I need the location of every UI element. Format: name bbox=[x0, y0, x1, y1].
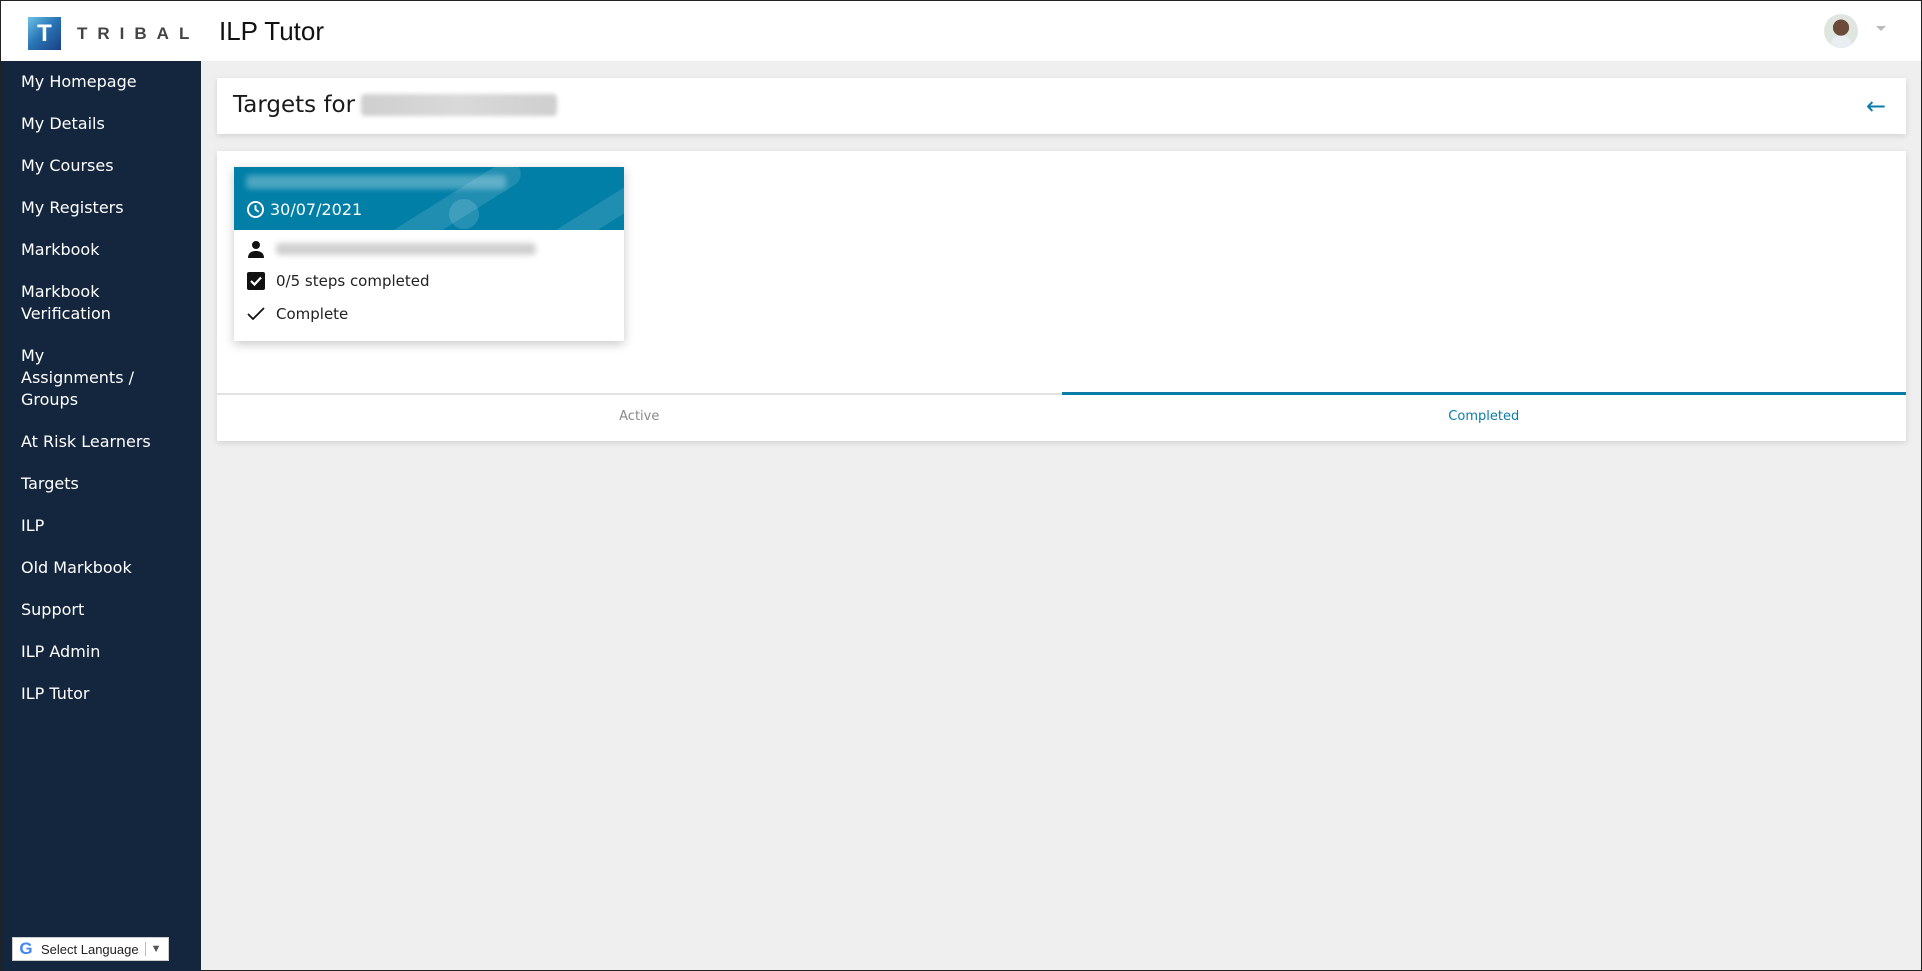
caret-down-icon: ▼ bbox=[150, 943, 162, 955]
sidebar: My Homepage My Details My Courses My Reg… bbox=[1, 61, 201, 971]
page-title-prefix: Targets for bbox=[233, 92, 356, 118]
sidebar-item-old-markbook[interactable]: Old Markbook bbox=[1, 557, 201, 579]
page-title: Targets for bbox=[233, 92, 558, 118]
sidebar-item-my-assignments-groups[interactable]: My Assignments / Groups bbox=[1, 345, 161, 411]
sidebar-item-ilp-admin[interactable]: ILP Admin bbox=[1, 641, 201, 663]
decoration bbox=[449, 199, 479, 229]
google-icon: G bbox=[19, 939, 33, 958]
target-tabs: Active Completed bbox=[217, 392, 1907, 441]
chevron-down-icon[interactable] bbox=[1876, 26, 1886, 31]
sidebar-item-targets[interactable]: Targets bbox=[1, 473, 201, 495]
target-assignee-row bbox=[246, 239, 536, 259]
target-steps-text: 0/5 steps completed bbox=[276, 272, 430, 290]
top-bar: T TRIBAL ILP Tutor bbox=[1, 1, 1921, 61]
tab-completed[interactable]: Completed bbox=[1061, 392, 1907, 441]
sidebar-item-my-courses[interactable]: My Courses bbox=[1, 155, 201, 177]
divider bbox=[144, 942, 146, 956]
decoration bbox=[521, 167, 624, 230]
user-avatar[interactable] bbox=[1824, 14, 1858, 48]
target-steps-row: 0/5 steps completed bbox=[246, 271, 430, 291]
sidebar-item-my-homepage[interactable]: My Homepage bbox=[1, 71, 201, 93]
sidebar-item-markbook[interactable]: Markbook bbox=[1, 239, 201, 261]
target-card[interactable]: 30/07/2021 0/5 steps completed Complete bbox=[234, 167, 624, 341]
learner-name-redacted bbox=[361, 94, 558, 116]
tribal-logo[interactable]: T TRIBAL bbox=[28, 17, 199, 50]
target-status-row: Complete bbox=[246, 304, 348, 324]
language-selector-label: Select Language bbox=[41, 941, 139, 957]
sidebar-item-support[interactable]: Support bbox=[1, 599, 201, 621]
page-header-card: Targets for ← bbox=[217, 78, 1906, 134]
target-due-date: 30/07/2021 bbox=[246, 200, 362, 219]
sidebar-item-markbook-verification[interactable]: Markbook Verification bbox=[1, 281, 201, 325]
sidebar-item-ilp-tutor[interactable]: ILP Tutor bbox=[1, 683, 201, 705]
tribal-logo-mark: T bbox=[28, 17, 61, 50]
clock-icon bbox=[247, 201, 264, 218]
target-card-header: 30/07/2021 bbox=[234, 167, 624, 230]
targets-panel: 30/07/2021 0/5 steps completed Complete … bbox=[217, 151, 1906, 441]
sidebar-item-ilp[interactable]: ILP bbox=[1, 515, 201, 537]
tribal-logo-text: TRIBAL bbox=[77, 23, 200, 43]
sidebar-item-my-details[interactable]: My Details bbox=[1, 113, 201, 135]
check-icon bbox=[246, 304, 266, 324]
sidebar-item-at-risk-learners[interactable]: At Risk Learners bbox=[1, 431, 201, 453]
language-selector[interactable]: G Select Language ▼ bbox=[12, 937, 169, 961]
target-status-text: Complete bbox=[276, 305, 349, 323]
back-arrow-icon[interactable]: ← bbox=[1862, 92, 1890, 120]
person-icon bbox=[246, 239, 266, 259]
tab-active[interactable]: Active bbox=[217, 395, 1062, 441]
sidebar-nav: My Homepage My Details My Courses My Reg… bbox=[1, 61, 201, 705]
assignee-redacted bbox=[276, 243, 536, 255]
target-date-text: 30/07/2021 bbox=[270, 200, 363, 219]
app-title: ILP Tutor bbox=[219, 16, 325, 46]
checkbox-checked-icon bbox=[246, 271, 266, 291]
sidebar-item-my-registers[interactable]: My Registers bbox=[1, 197, 201, 219]
target-title-redacted bbox=[246, 175, 506, 189]
